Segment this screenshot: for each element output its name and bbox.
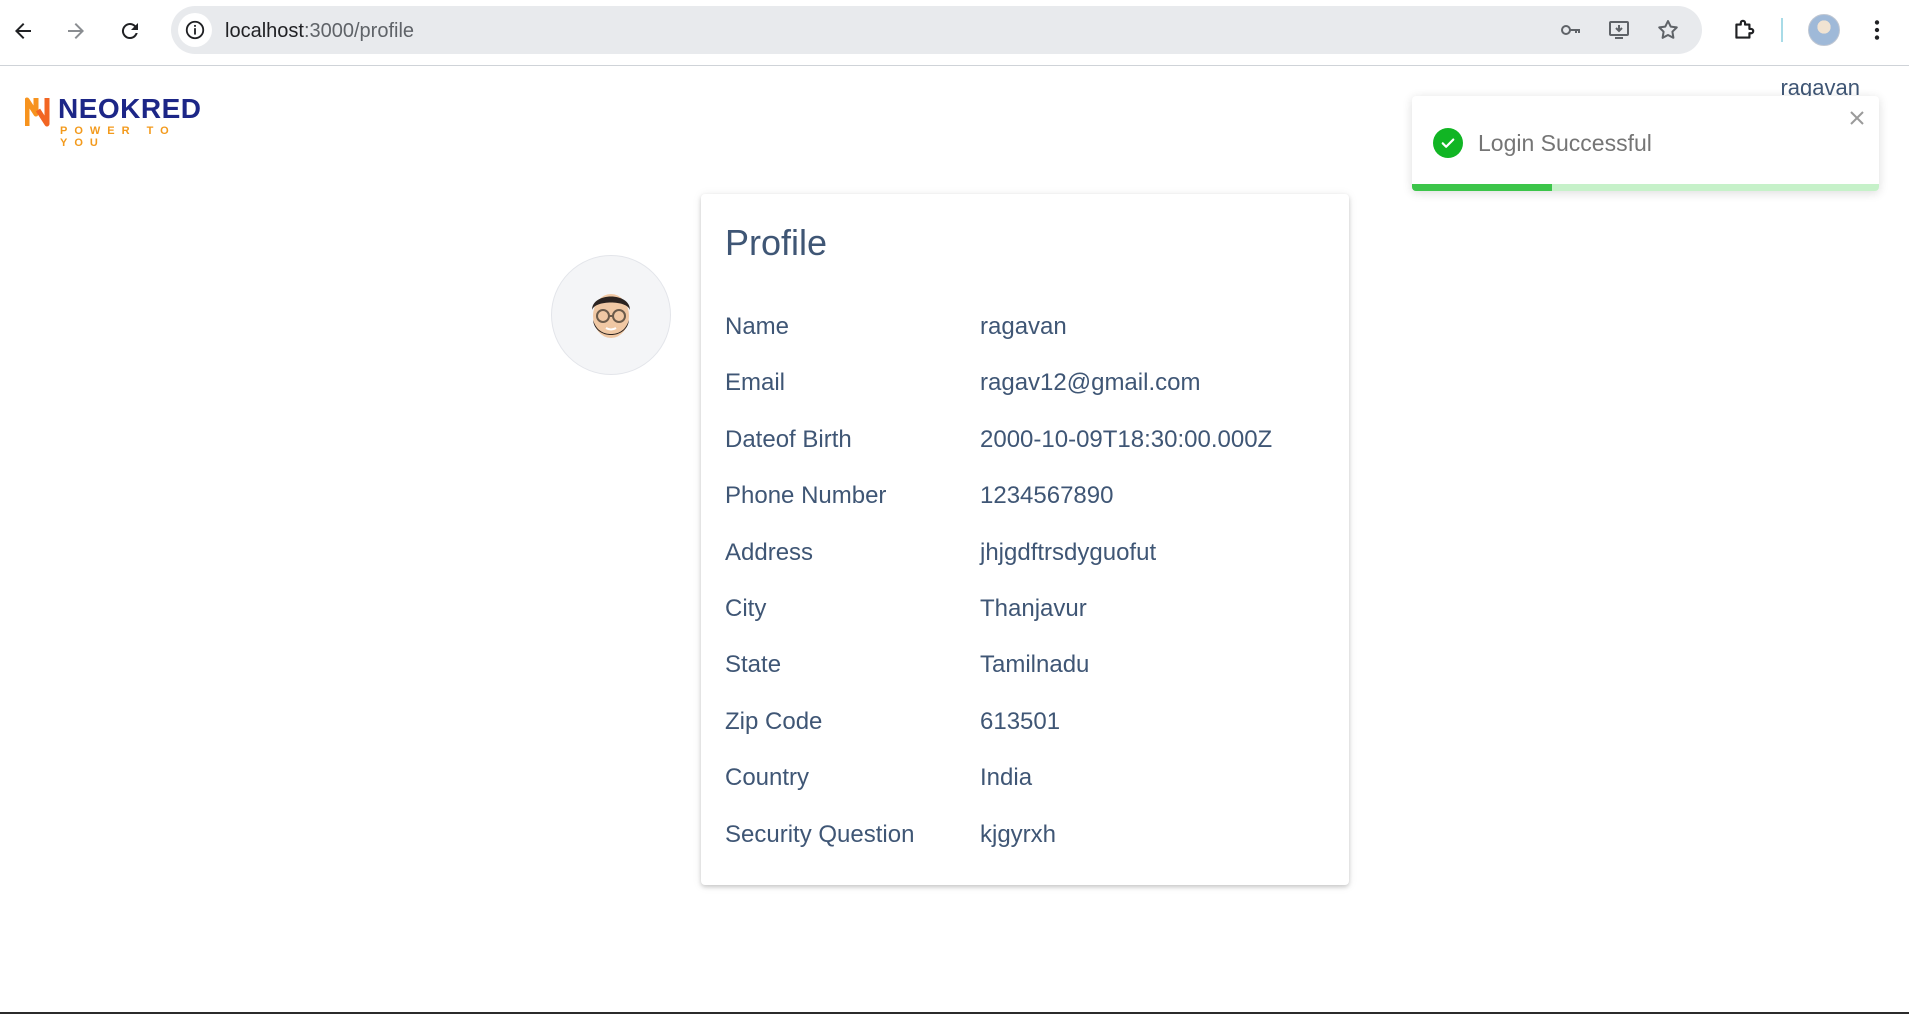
logo-tagline: POWER TO YOU <box>60 125 176 149</box>
field-value: 1234567890 <box>980 482 1114 510</box>
bookmark-button[interactable] <box>1654 16 1682 44</box>
field-label: Zip Code <box>725 707 823 735</box>
profile-card: Profile Name ragavan Email ragav12@gmail… <box>701 194 1349 885</box>
toast-close-button[interactable] <box>1847 108 1867 128</box>
field-value: Thanjavur <box>980 594 1087 622</box>
field-label: City <box>725 594 767 622</box>
browser-menu-button[interactable] <box>1861 14 1893 46</box>
extensions-button[interactable] <box>1728 14 1760 46</box>
puzzle-icon <box>1735 19 1755 39</box>
field-label: Country <box>725 764 810 792</box>
info-icon <box>185 20 205 40</box>
profile-row-country: Country India <box>725 764 1325 820</box>
install-app-icon <box>1609 21 1629 39</box>
toast-progress-track <box>1412 184 1879 191</box>
star-icon <box>1658 20 1678 39</box>
kebab-menu-icon <box>1874 20 1880 40</box>
site-info-button[interactable] <box>178 13 212 47</box>
key-icon <box>1561 25 1580 35</box>
profile-row-security-question: Security Question kjgyrxh <box>725 821 1325 877</box>
field-value: ragavan <box>980 313 1067 340</box>
profile-row-email: Email ragav12@gmail.com <box>725 369 1325 425</box>
neokred-logo[interactable]: NEOKRED POWER TO YOU <box>25 91 205 149</box>
reload-button[interactable] <box>111 12 149 50</box>
field-value: kjgyrxh <box>980 820 1057 848</box>
field-value: Tamilnadu <box>980 651 1090 679</box>
field-label: Phone Number <box>725 482 887 510</box>
profile-details-list: Name ragavan Email ragav12@gmail.com Dat… <box>725 313 1325 877</box>
address-bar[interactable]: localhost:3000/profile <box>171 6 1702 54</box>
forward-arrow-icon <box>68 23 84 39</box>
field-label: Dateof Birth <box>725 425 852 453</box>
field-label: Security Question <box>725 820 915 848</box>
toast-progress-fill <box>1412 184 1553 191</box>
profile-row-name: Name ragavan <box>725 313 1325 369</box>
toast-message: Login Successful <box>1478 130 1652 156</box>
field-label: Address <box>725 538 814 566</box>
forward-button[interactable] <box>57 12 95 50</box>
url-host: localhost <box>225 20 304 42</box>
profile-title: Profile <box>725 222 828 263</box>
field-value: jhjgdftrsdyguofut <box>980 538 1157 566</box>
close-icon <box>1850 111 1864 125</box>
url-text[interactable]: localhost:3000/profile <box>225 20 414 43</box>
profile-row-state: State Tamilnadu <box>725 651 1325 707</box>
field-label: Email <box>725 369 786 397</box>
memoji-avatar-icon <box>592 294 630 338</box>
url-path: :3000/profile <box>303 20 415 42</box>
profile-avatar <box>551 255 671 375</box>
field-value: 2000-10-09T18:30:00.000Z <box>980 425 1273 453</box>
profile-row-phone-number: Phone Number 1234567890 <box>725 482 1325 538</box>
success-check-icon <box>1433 128 1463 158</box>
install-app-button[interactable] <box>1605 16 1633 44</box>
login-success-toast[interactable]: Login Successful <box>1412 96 1879 191</box>
back-arrow-icon <box>15 23 31 39</box>
field-label: State <box>725 651 782 679</box>
reload-icon <box>121 23 138 40</box>
profile-row-date-of-birth: Dateof Birth 2000-10-09T18:30:00.000Z <box>725 426 1325 482</box>
password-button[interactable] <box>1557 16 1585 44</box>
profile-row-city: City Thanjavur <box>725 595 1325 651</box>
profile-row-address: Address jhjgdftrsdyguofut <box>725 539 1325 595</box>
field-label: Name <box>725 313 790 340</box>
logo-wordmark: NEOKRED <box>58 93 202 124</box>
back-button[interactable] <box>4 12 42 50</box>
toolbar-divider <box>1781 18 1783 42</box>
field-value: 613501 <box>980 707 1061 735</box>
browser-toolbar: localhost:3000/profile <box>0 0 1909 66</box>
field-value: India <box>980 764 1033 792</box>
field-value: ragav12@gmail.com <box>980 369 1201 397</box>
profile-row-zip-code: Zip Code 613501 <box>725 708 1325 764</box>
browser-profile-avatar[interactable] <box>1808 14 1840 46</box>
neokred-logo-icon <box>25 97 50 127</box>
